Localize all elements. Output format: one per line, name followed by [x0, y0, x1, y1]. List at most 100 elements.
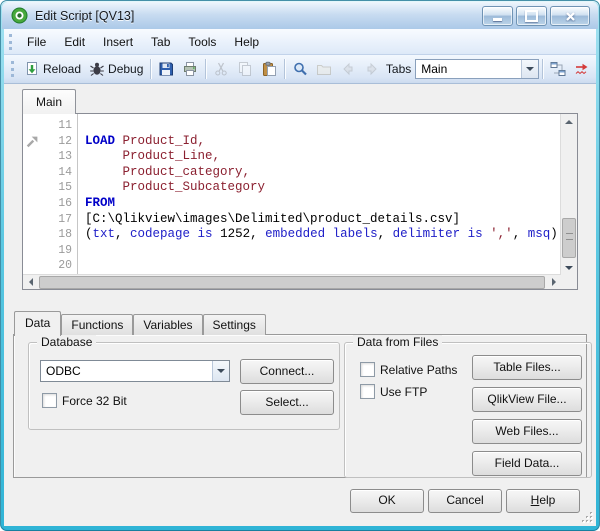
code-line[interactable]: 15 Product_Subcategory — [23, 180, 560, 196]
tab-functions[interactable]: Functions — [61, 314, 134, 335]
scroll-down-button[interactable] — [561, 260, 577, 275]
code-line[interactable]: 17 [C:\Qlikview\images\Delimited\product_… — [23, 212, 560, 228]
checkbox-icon — [360, 362, 375, 377]
code-line[interactable]: 13 Product_Line, — [23, 149, 560, 165]
menu-item-insert[interactable]: Insert — [94, 32, 142, 52]
menu-item-help[interactable]: Help — [225, 32, 268, 52]
web-files-button[interactable]: Web Files... — [472, 419, 582, 444]
code-line[interactable]: 14 Product_category, — [23, 165, 560, 181]
cancel-button[interactable]: Cancel — [428, 489, 502, 513]
checkbox-label: Relative Paths — [380, 362, 458, 377]
toolbar: Reload Debug Tabs Main — [4, 55, 596, 84]
toolbar-separator — [150, 59, 152, 79]
gutter-space — [23, 180, 42, 196]
tab-variables[interactable]: Variables — [133, 314, 203, 335]
toolbar-button-folder[interactable] — [312, 59, 336, 79]
resize-grip[interactable] — [581, 511, 594, 524]
menu-item-file[interactable]: File — [18, 32, 55, 52]
toolbar-button-reload[interactable]: Reload — [20, 59, 85, 79]
tab-selector-dropdown-button[interactable] — [521, 60, 539, 78]
code-line[interactable]: 18 (txt, codepage is 1252, embedded label… — [23, 227, 560, 243]
help-button[interactable]: Help — [506, 489, 580, 513]
find-icon — [292, 61, 308, 77]
save-icon — [158, 61, 174, 77]
paste-icon — [261, 61, 277, 77]
files-buttons: Table Files... QlikView File... Web Files.… — [472, 355, 582, 476]
line-number: 17 — [58, 212, 72, 226]
gutter: 16 — [23, 196, 77, 212]
code-line[interactable]: 19 — [23, 243, 560, 259]
tab-settings[interactable]: Settings — [202, 314, 266, 335]
files-checkboxes: Relative Paths Use FTP — [360, 362, 457, 399]
code-line[interactable]: 11 — [23, 118, 560, 134]
database-combo-value: ODBC — [46, 364, 81, 378]
gutter: 11 — [23, 118, 77, 134]
tab-selector-value: Main — [421, 62, 448, 76]
table-files-button[interactable]: Table Files... — [472, 355, 582, 380]
toolbar-button-tableviewer[interactable] — [546, 59, 570, 79]
cut-icon — [213, 61, 229, 77]
toolbar-grip[interactable] — [11, 61, 14, 77]
menu-grip[interactable] — [9, 33, 12, 50]
toolbar-button-cut[interactable] — [209, 59, 233, 79]
qlikview-logo-icon — [11, 7, 28, 24]
minimize-button[interactable] — [482, 6, 513, 26]
menu-item-tab[interactable]: Tab — [142, 32, 179, 52]
toolbar-button-back[interactable] — [336, 59, 360, 79]
toolbar-button-save[interactable] — [154, 59, 178, 79]
gutter: 13 — [23, 149, 77, 165]
gutter-space — [23, 227, 42, 243]
print-icon — [182, 61, 198, 77]
database-combo-dropdown-button[interactable] — [212, 361, 229, 381]
tab-selector[interactable]: Main — [415, 59, 540, 79]
menu-item-tools[interactable]: Tools — [179, 32, 225, 52]
scroll-up-button[interactable] — [561, 114, 577, 129]
code-area[interactable]: 11 12 LOAD Product_Id, 13 Product_Line, 14 P… — [23, 114, 560, 275]
line-number: 18 — [58, 228, 72, 242]
code-line[interactable]: 12 LOAD Product_Id, — [23, 134, 560, 150]
script-editor[interactable]: 11 12 LOAD Product_Id, 13 Product_Line, 14 P… — [22, 113, 578, 290]
editor-tab-main[interactable]: Main — [22, 89, 77, 114]
toolbar-button-paste[interactable] — [257, 59, 281, 79]
toolbar-button-find[interactable] — [288, 59, 312, 79]
select-button[interactable]: Select... — [240, 390, 334, 415]
code-line[interactable]: 16 FROM — [23, 196, 560, 212]
titlebar[interactable]: Edit Script [QV13] — [2, 2, 598, 29]
scroll-right-button[interactable] — [546, 275, 561, 289]
vertical-scrollbar-thumb[interactable] — [562, 218, 576, 258]
line-number: 16 — [58, 196, 72, 210]
force-32-bit-checkbox[interactable]: Force 32 Bit — [42, 393, 127, 408]
toolbar-button-debug[interactable]: Debug — [85, 59, 147, 79]
line-number: 19 — [58, 243, 72, 257]
ok-button[interactable]: OK — [350, 489, 424, 513]
database-combo[interactable]: ODBC — [40, 360, 230, 382]
toolbar-button-print[interactable] — [178, 59, 202, 79]
horizontal-scrollbar-thumb[interactable] — [39, 275, 545, 289]
toolbar-button-forward[interactable] — [360, 59, 384, 79]
editor-vertical-scrollbar[interactable] — [560, 114, 577, 275]
toolbar-button-label: Debug — [108, 62, 144, 76]
menu-item-edit[interactable]: Edit — [55, 32, 94, 52]
code-line[interactable]: 20 — [23, 258, 560, 274]
connect-button[interactable]: Connect... — [240, 359, 334, 384]
toolbar-button-syntax-check[interactable] — [570, 59, 594, 79]
line-number: 20 — [58, 259, 72, 273]
close-button[interactable] — [550, 6, 590, 26]
use-ftp-checkbox[interactable]: Use FTP — [360, 384, 457, 399]
toolbar-separator — [284, 59, 285, 79]
relative-paths-checkbox[interactable]: Relative Paths — [360, 362, 457, 377]
qlikview-file-button[interactable]: QlikView File... — [472, 387, 582, 412]
maximize-button[interactable] — [516, 6, 547, 26]
field-data-button[interactable]: Field Data... — [472, 451, 582, 476]
tab-data[interactable]: Data — [14, 311, 62, 336]
dialog-body: Main 11 12 LOAD Product_Id, 13 Product_Line… — [4, 84, 596, 526]
toolbar-button-copy[interactable] — [233, 59, 257, 79]
gutter: 19 — [23, 243, 77, 259]
bookmark-arrow-icon — [23, 134, 42, 150]
scroll-left-button[interactable] — [23, 275, 38, 289]
editor-horizontal-scrollbar[interactable] — [23, 274, 561, 289]
gutter: 20 — [23, 258, 77, 274]
tableviewer-icon — [550, 61, 566, 77]
